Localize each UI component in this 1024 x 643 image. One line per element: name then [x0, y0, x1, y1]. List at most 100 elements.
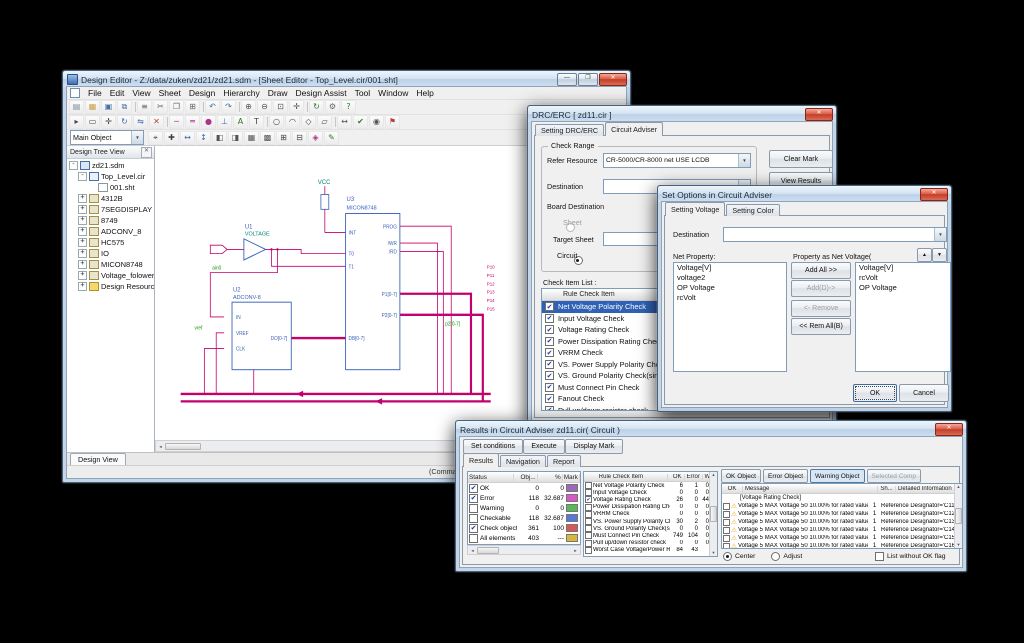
tree-item[interactable]: + 7SEGDISPLAY — [67, 204, 154, 215]
menu-item[interactable]: Tool — [351, 88, 375, 98]
status-table-scrollbar[interactable]: ◄ ► — [467, 545, 581, 555]
align-right-icon[interactable]: ◨ — [228, 131, 243, 145]
status-checkbox[interactable]: ✔ — [469, 524, 478, 533]
item-checkbox[interactable]: ✔ — [545, 383, 554, 392]
tree-expander-icon[interactable]: + — [78, 227, 87, 236]
ground-icon[interactable]: ⊥ — [217, 115, 232, 129]
adjust-radio[interactable] — [771, 552, 780, 561]
tree-item[interactable]: + ADCONV_8 — [67, 226, 154, 237]
print-icon[interactable]: ≡ — [137, 100, 152, 114]
message-checkbox[interactable] — [723, 511, 730, 518]
tree-item[interactable]: - zd21.sdm — [67, 160, 154, 171]
rule-row[interactable]: Must Connect Pin Check 749 104 0 — [584, 532, 717, 539]
sheet-document-icon[interactable] — [70, 88, 80, 98]
add-window-icon[interactable]: ⊞ — [276, 131, 291, 145]
rule-row[interactable]: Pull up/down resistor check 0 0 0 — [584, 540, 717, 547]
execute-button[interactable]: Execute — [523, 439, 565, 454]
status-checkbox[interactable] — [469, 534, 478, 543]
menu-item[interactable]: Design — [185, 88, 219, 98]
tab-design-view[interactable]: Design View — [70, 453, 126, 465]
menu-item[interactable]: Edit — [106, 88, 129, 98]
menu-item[interactable]: File — [84, 88, 106, 98]
probe-icon[interactable]: ◉ — [369, 115, 384, 129]
select-icon[interactable]: ▸ — [69, 115, 84, 129]
crosshair-icon[interactable]: ✚ — [164, 131, 179, 145]
obj-header[interactable]: Obj... — [514, 474, 537, 481]
title-bar[interactable]: DRC/ERC [ zd11.cir ] ✕ — [528, 106, 836, 122]
tree-item[interactable]: + 4312B — [67, 193, 154, 204]
circle-icon[interactable]: ○ — [269, 115, 284, 129]
title-bar[interactable]: Set Options in Circuit Adviser ✕ — [658, 186, 951, 202]
scroll-up-icon[interactable]: ▲ — [957, 484, 961, 490]
tree-item[interactable]: + MICON8748 — [67, 259, 154, 270]
settings-icon[interactable]: ⚙ — [325, 100, 340, 114]
tool-icon[interactable] — [165, 116, 168, 128]
port-labels[interactable]: P10 P11 P12 P13 P14 P15 — [487, 264, 495, 311]
stretch-h-icon[interactable]: ↔ — [180, 131, 195, 145]
title-bar[interactable]: Results in Circuit Adviser zd11.cir( Cir… — [456, 421, 966, 437]
status-checkbox[interactable]: ✔ — [469, 494, 478, 503]
message-row[interactable]: ⚠ Voltage 5 MAX Voltage 50 10.00% for ra… — [722, 526, 962, 534]
center-radio[interactable] — [723, 552, 732, 561]
tool-icon[interactable] — [237, 101, 240, 113]
refer-resource-select[interactable]: CR-5000/CR-8000 net USE LCDB ▼ — [603, 153, 751, 168]
set-conditions-button[interactable]: Set conditions — [463, 439, 523, 454]
close-button[interactable]: ✕ — [805, 108, 833, 121]
sheet-header[interactable]: Sh... — [878, 486, 896, 492]
tab-circuit-adviser[interactable]: Circuit Adviser — [605, 122, 663, 136]
cut-icon[interactable]: ✂ — [153, 100, 168, 114]
rule-checkbox[interactable] — [585, 532, 592, 539]
scrollbar-thumb[interactable] — [955, 508, 962, 524]
component-u1-voltage[interactable]: U1 VOLTAGE — [244, 223, 270, 260]
list-item[interactable]: rcVolt — [856, 273, 950, 283]
scroll-down-icon[interactable]: ▼ — [957, 542, 961, 548]
maximize-button[interactable]: ❐ — [578, 73, 598, 86]
menu-item[interactable]: Sheet — [155, 88, 185, 98]
close-icon[interactable]: ✕ — [141, 147, 152, 158]
status-checkbox[interactable] — [469, 514, 478, 523]
tool-icon[interactable] — [305, 101, 308, 113]
message-checkbox[interactable] — [723, 503, 730, 510]
rule-row[interactable]: ✔ Voltage Rating Check 26 0 44 — [584, 496, 717, 503]
message-checkbox[interactable] — [723, 519, 730, 526]
message-checkbox[interactable] — [723, 535, 730, 542]
save-all-icon[interactable]: ⧉ — [117, 100, 132, 114]
list-item[interactable]: voltage2 — [674, 273, 786, 283]
copy-icon[interactable]: ❐ — [169, 100, 184, 114]
rule-table-scrollbar[interactable]: ▲ ▼ — [709, 472, 717, 556]
component-u3-micon8748[interactable]: U3 MICON8748 INT T0 T1 DB[0-7] PROG /WR … — [346, 196, 400, 370]
scroll-left-icon[interactable]: ◄ — [468, 548, 477, 553]
tree-expander-icon[interactable]: + — [78, 205, 87, 214]
list-item[interactable]: OP Voltage — [856, 283, 950, 293]
item-checkbox[interactable]: ✔ — [545, 302, 554, 311]
list-item[interactable]: OP Voltage — [674, 283, 786, 293]
item-checkbox[interactable]: ✔ — [545, 314, 554, 323]
scrollbar-thumb[interactable] — [710, 506, 717, 522]
item-checkbox[interactable]: ✔ — [545, 406, 554, 411]
mirror-icon[interactable]: ⇋ — [133, 115, 148, 129]
object-filter-button[interactable]: OK Object — [721, 469, 761, 483]
save-icon[interactable]: ▣ — [101, 100, 116, 114]
item-checkbox[interactable]: ✔ — [545, 371, 554, 380]
object-mode-select[interactable]: Main Object ▼ — [70, 130, 144, 145]
input-port-symbol[interactable] — [210, 245, 244, 253]
tree-expander-icon[interactable]: + — [78, 260, 87, 269]
status-row[interactable]: ✔Check object 361 100 — [468, 523, 580, 533]
origin-icon[interactable]: ⌖ — [148, 131, 163, 145]
tree-expander-icon[interactable]: - — [69, 161, 78, 170]
wire-icon[interactable]: ─ — [169, 115, 184, 129]
message-row[interactable]: ⚠ Voltage 5 MAX Voltage 50 10.00% for ra… — [722, 518, 962, 526]
vcc-power-symbol[interactable]: VCC — [318, 179, 346, 233]
item-checkbox[interactable]: ✔ — [545, 325, 554, 334]
paste-icon[interactable]: ⊞ — [185, 100, 200, 114]
menu-item[interactable]: Draw — [264, 88, 292, 98]
menu-item[interactable]: View — [128, 88, 154, 98]
tree-expander-icon[interactable]: + — [78, 216, 87, 225]
rule-checkbox[interactable] — [585, 547, 592, 554]
tab-results[interactable]: Results — [463, 453, 499, 467]
tab-setting-drc-erc[interactable]: Setting DRC/ERC — [535, 124, 604, 136]
rule-checkbox[interactable] — [585, 525, 592, 532]
tree-item[interactable]: + 8749 — [67, 215, 154, 226]
net-property-list[interactable]: Voltage[V]voltage2OP VoltagercVolt — [673, 262, 787, 372]
tool-icon[interactable] — [265, 116, 268, 128]
